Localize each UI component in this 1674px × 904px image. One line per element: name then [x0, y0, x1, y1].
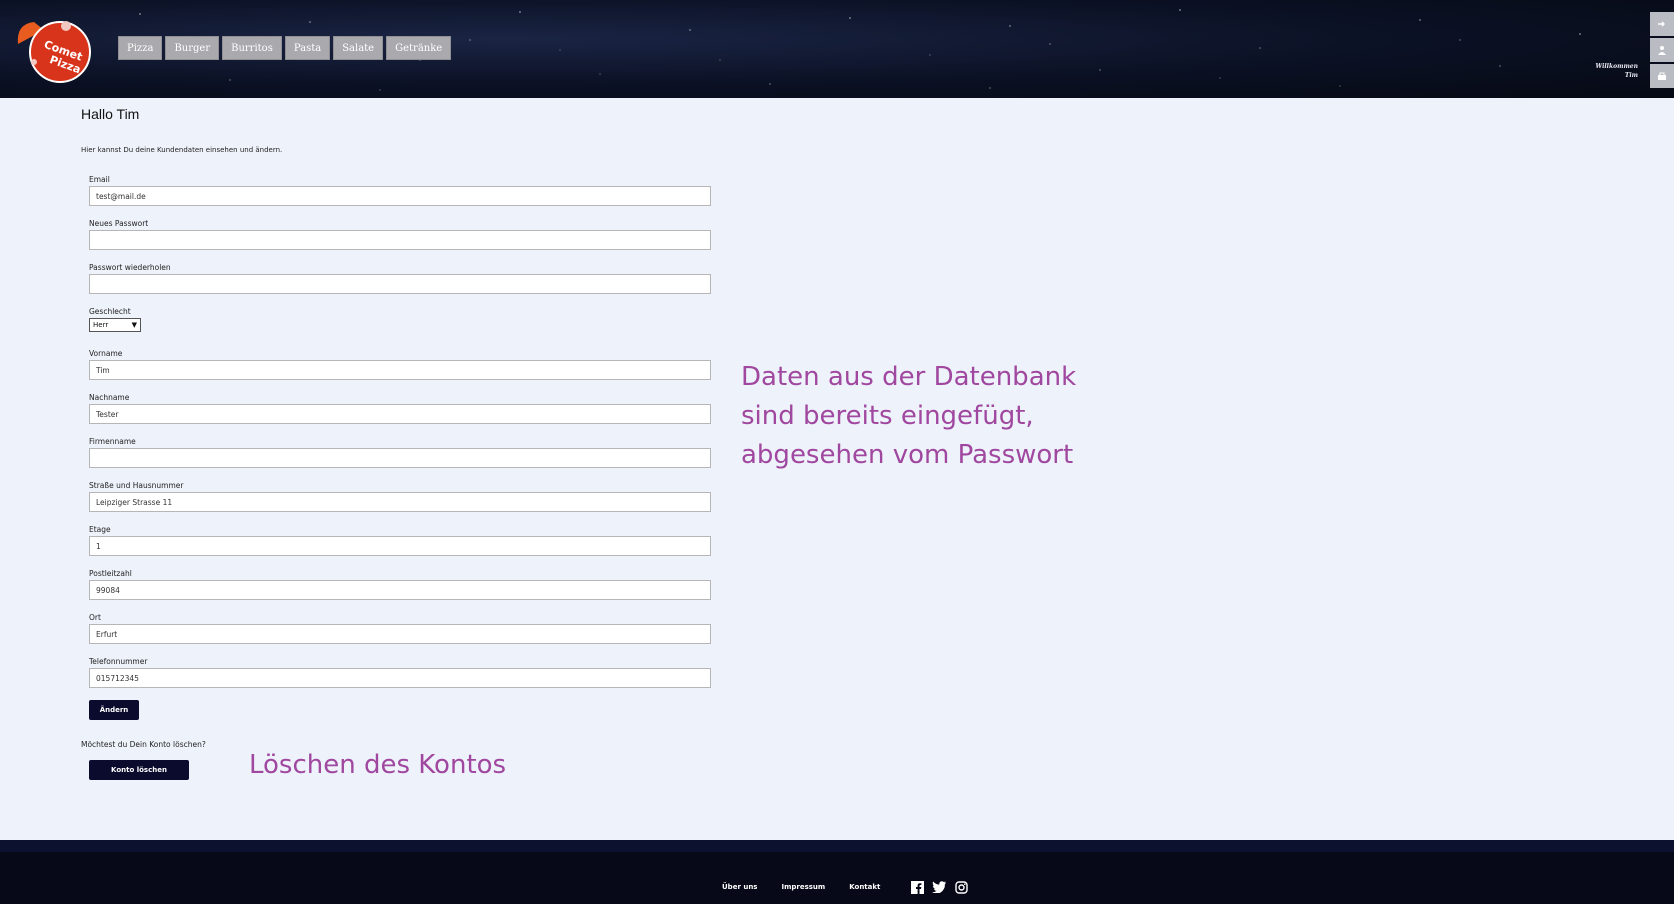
delete-account-question: Möchtest du Dein Konto löschen? [81, 740, 206, 749]
new-password-label: Neues Passwort [89, 219, 149, 228]
footer-link-contact[interactable]: Kontakt [849, 883, 880, 891]
nav-item-salate[interactable]: Salate [333, 36, 384, 60]
postal-code-field[interactable] [89, 580, 711, 600]
gender-label: Geschlecht [89, 307, 131, 316]
customer-data-form: Email Neues Passwort Passwort wiederhole… [89, 174, 711, 700]
logout-icon[interactable] [1650, 12, 1674, 36]
company-label: Firmenname [89, 437, 136, 446]
email-field[interactable] [89, 186, 711, 206]
change-button[interactable]: Ändern [89, 700, 139, 720]
floor-field[interactable] [89, 536, 711, 556]
footer-link-about[interactable]: Über uns [722, 883, 757, 891]
last-name-field[interactable] [89, 404, 711, 424]
city-field[interactable] [89, 624, 711, 644]
twitter-icon[interactable] [932, 880, 947, 894]
welcome-line-1: Willkommen [1595, 63, 1638, 70]
gender-selected-value: Herr [93, 321, 109, 329]
header-side-buttons [1650, 12, 1674, 88]
data-prefilled-annotation: Daten aus der Datenbank sind bereits ein… [741, 358, 1161, 475]
city-label: Ort [89, 613, 101, 622]
nav-item-pasta[interactable]: Pasta [284, 36, 331, 60]
repeat-password-field[interactable] [89, 274, 711, 294]
annotation-line-1: Daten aus der Datenbank [741, 362, 1077, 392]
last-name-label: Nachname [89, 393, 130, 402]
first-name-label: Vorname [89, 349, 123, 358]
user-icon[interactable] [1650, 38, 1674, 62]
delete-account-button[interactable]: Konto löschen [89, 760, 189, 780]
new-password-field[interactable] [89, 230, 711, 250]
nav-item-getraenke[interactable]: Getränke [386, 36, 452, 60]
welcome-user-name: Tim [1624, 72, 1638, 79]
phone-field[interactable] [89, 668, 711, 688]
street-label: Straße und Hausnummer [89, 481, 184, 490]
instagram-icon[interactable] [954, 880, 968, 894]
delete-account-annotation: Löschen des Kontos [249, 750, 507, 780]
nav-item-pizza[interactable]: Pizza [118, 36, 163, 60]
email-label: Email [89, 175, 110, 184]
floor-label: Etage [89, 525, 111, 534]
postal-code-label: Postleitzahl [89, 569, 132, 578]
social-icons [910, 880, 968, 894]
annotation-line-3: abgesehen vom Passwort [741, 440, 1074, 470]
footer-link-imprint[interactable]: Impressum [781, 883, 825, 891]
nav-item-burger[interactable]: Burger [165, 36, 220, 60]
site-header: Comet Pizza Pizza Burger Burritos Pasta … [0, 0, 1674, 98]
cart-icon[interactable] [1650, 64, 1674, 88]
page-intro: Hier kannst Du deine Kundendaten einsehe… [81, 146, 283, 154]
comet-pizza-logo[interactable]: Comet Pizza [14, 14, 98, 84]
footer-starfield [0, 840, 1674, 852]
footer-links: Über uns Impressum Kontakt [722, 880, 968, 894]
nav-item-burritos[interactable]: Burritos [222, 36, 282, 60]
repeat-password-label: Passwort wiederholen [89, 263, 171, 272]
site-footer [0, 840, 1674, 904]
main-nav: Pizza Burger Burritos Pasta Salate Geträ… [118, 36, 452, 60]
welcome-text: Willkommen Tim [1595, 62, 1638, 80]
company-field[interactable] [89, 448, 711, 468]
first-name-field[interactable] [89, 360, 711, 380]
annotation-line-2: sind bereits eingefügt, [741, 401, 1034, 431]
phone-label: Telefonnummer [89, 657, 148, 666]
page-greeting: Hallo Tim [81, 106, 140, 122]
street-field[interactable] [89, 492, 711, 512]
gender-select[interactable]: Herr ▼ [89, 318, 141, 332]
dropdown-arrow-icon: ▼ [131, 321, 137, 329]
facebook-icon[interactable] [910, 880, 924, 894]
